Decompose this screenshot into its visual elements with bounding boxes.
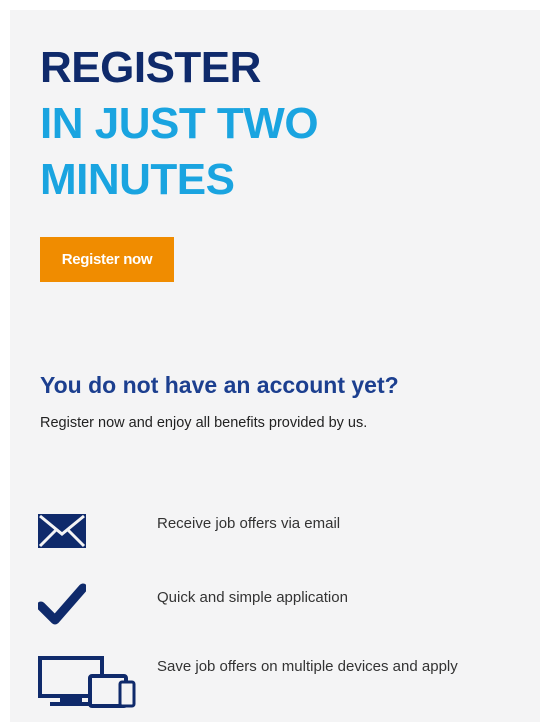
account-title: You do not have an account yet? xyxy=(40,372,399,398)
account-description: Register now and enjoy all benefits prov… xyxy=(40,415,368,431)
devices-icon xyxy=(38,656,136,708)
hero-line-in-just-two: IN JUST TWO xyxy=(40,99,319,148)
hero-line-register: REGISTER xyxy=(40,43,261,92)
benefit-label-application: Quick and simple application xyxy=(157,589,348,606)
register-now-button[interactable]: Register now xyxy=(40,237,174,282)
envelope-icon xyxy=(38,514,86,548)
hero-line-minutes: MINUTES xyxy=(40,155,235,204)
benefit-label-devices: Save job offers on multiple devices and … xyxy=(157,658,458,675)
checkmark-icon xyxy=(38,583,86,625)
benefit-label-email: Receive job offers via email xyxy=(157,515,341,532)
hero-heading: REGISTER IN JUST TWO MINUTES xyxy=(40,40,319,208)
registration-panel: REGISTER IN JUST TWO MINUTES Register no… xyxy=(10,10,540,722)
